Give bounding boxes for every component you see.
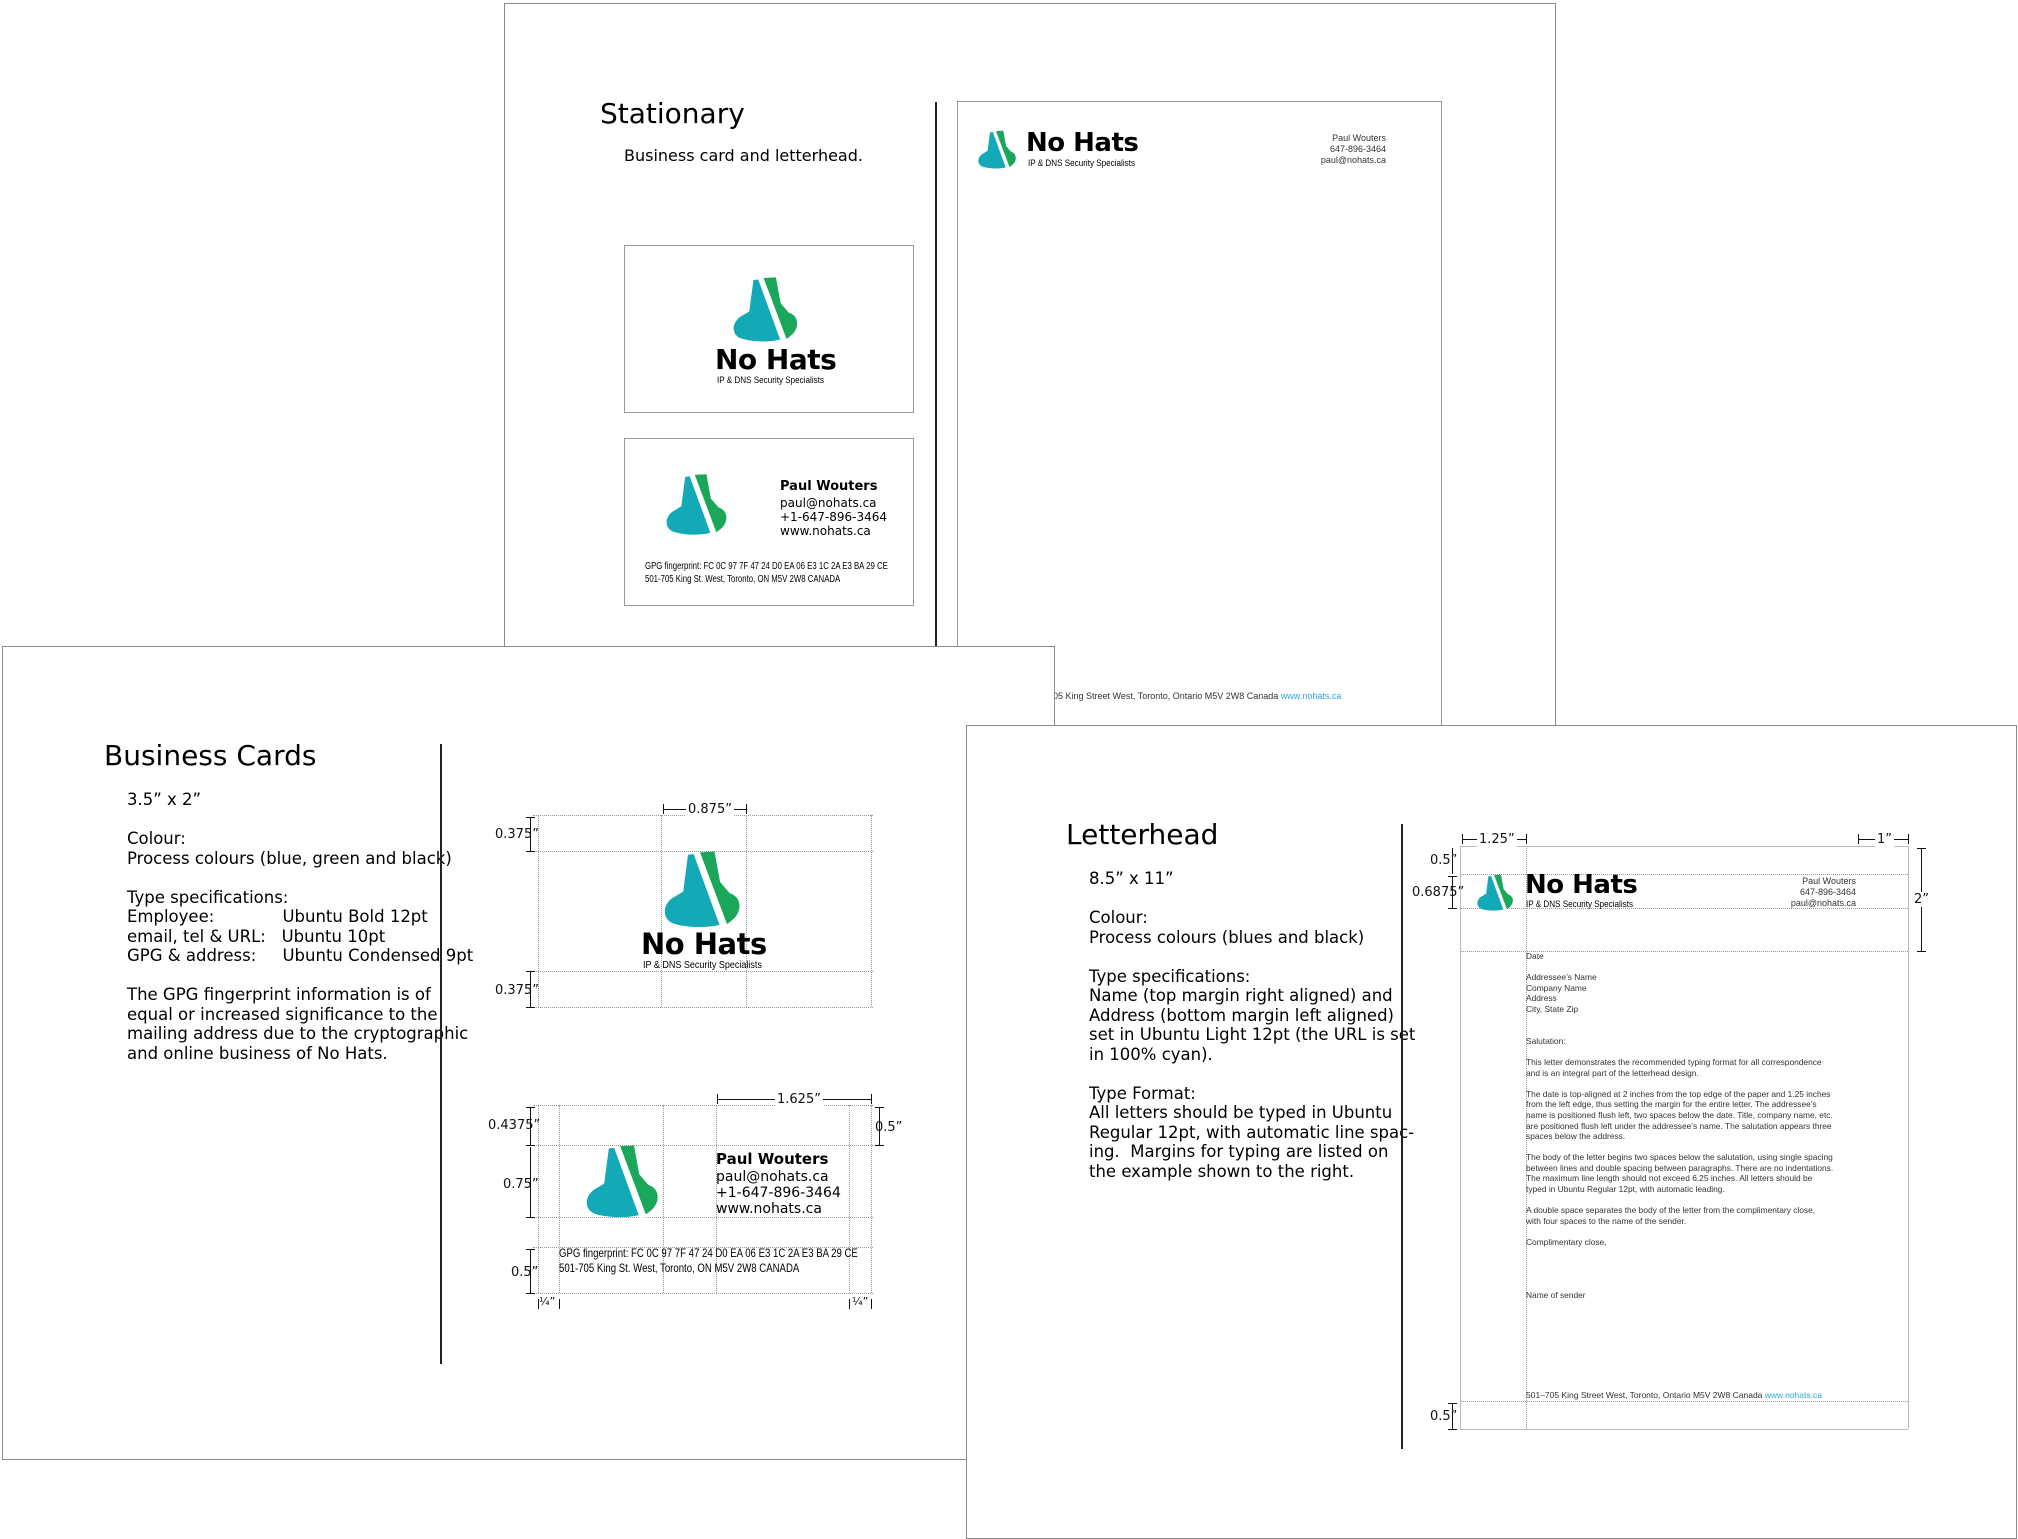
dim-right-edge: ¼” (852, 1295, 869, 1308)
card-web: www.nohats.ca (716, 1201, 822, 1217)
brand-name: No Hats (641, 927, 767, 961)
dim-back-right-top: 0.5” (875, 1120, 903, 1135)
card-phone: +1-647-896-3464 (716, 1185, 841, 1201)
lh-footer-url: www.nohats.ca (1280, 691, 1342, 701)
dim-bottom: 0.5” (1430, 1409, 1458, 1424)
brand-tagline: IP & DNS Security Specialists (643, 960, 762, 971)
brand-name: No Hats (715, 343, 837, 376)
dim-left-edge: ¼” (539, 1295, 556, 1308)
hat-logo-icon (729, 276, 805, 344)
brand-name: No Hats (1026, 128, 1139, 158)
dim-header: 2” (1914, 892, 1930, 907)
business-cards-sheet: Business Cards 3.5” x 2” Colour: Process… (2, 646, 1055, 1460)
lh-name: Paul Wouters (1332, 133, 1386, 143)
letterhead-title: Letterhead (1066, 818, 1219, 851)
letterhead-page: No Hats IP & DNS Security Specialists Pa… (957, 101, 1442, 729)
hat-logo-icon (976, 130, 1020, 170)
card-name: Paul Wouters (716, 1150, 829, 1168)
card-email: paul@nohats.ca (716, 1169, 829, 1185)
business-cards-specs: 3.5” x 2” Colour: Process colours (blue,… (127, 790, 474, 1063)
brand-name: No Hats (1525, 870, 1638, 900)
letterhead-specs: 8.5” x 11” Colour: Process colours (blue… (1089, 869, 1415, 1181)
dim-right: 1” (1875, 832, 1895, 847)
dim-logo-width: 0.875” (686, 802, 734, 817)
dim-back-bottom: 0.5” (511, 1265, 539, 1280)
stationary-sheet: Stationary Business card and letterhead.… (504, 3, 1556, 738)
dim-logo-band: 0.6875” (1412, 885, 1465, 900)
divider (440, 744, 442, 1364)
sample-footer-address: 501–705 King Street West, Toronto, Ontar… (1526, 1390, 1763, 1400)
sample-footer-url: www.nohats.ca (1764, 1390, 1822, 1400)
card-web: www.nohats.ca (780, 524, 871, 538)
brand-tagline: IP & DNS Security Specialists (1526, 899, 1634, 909)
lh-footer: 05 King Street West, Toronto, Ontario M5… (1053, 691, 1341, 701)
hat-logo-icon (662, 473, 734, 537)
card-address: 501-705 King St. West, Toronto, ON M5V 2… (559, 1261, 800, 1275)
lh-email: paul@nohats.ca (1320, 155, 1386, 165)
card-gpg: GPG fingerprint: FC 0C 97 7F 47 24 D0 EA… (645, 561, 888, 572)
card-front: No Hats IP & DNS Security Specialists (624, 245, 914, 413)
card-back: Paul Wouters paul@nohats.ca +1-647-896-3… (624, 438, 914, 606)
sample-name: Paul Wouters (1802, 876, 1856, 886)
sample-email: paul@nohats.ca (1790, 898, 1856, 908)
letterhead-sheet: Letterhead 8.5” x 11” Colour: Process co… (966, 725, 2017, 1539)
dim-logo-height: 0.75” (503, 1177, 539, 1192)
card-phone: +1-647-896-3464 (780, 510, 888, 524)
hat-logo-icon (1475, 874, 1517, 912)
lh-phone: 647-896-3464 (1329, 144, 1386, 154)
sample-letter-body: Date Addressee’s Name Company Name Addre… (1526, 951, 1834, 1300)
dim-text-width: 1.625” (775, 1092, 823, 1107)
hat-logo-icon (581, 1144, 667, 1220)
divider (1401, 824, 1403, 1449)
dim-left: 1.25” (1477, 832, 1517, 847)
sample-footer: 501–705 King Street West, Toronto, Ontar… (1526, 1390, 1822, 1400)
lh-footer-address: 05 King Street West, Toronto, Ontario M5… (1053, 691, 1279, 701)
sample-phone: 647-896-3464 (1799, 887, 1856, 897)
business-cards-title: Business Cards (104, 739, 317, 772)
divider (935, 102, 937, 662)
card-address: 501-705 King St. West, Toronto, ON M5V 2… (645, 574, 841, 585)
dim-front-bottom: 0.375” (495, 983, 539, 998)
card-email: paul@nohats.ca (780, 496, 877, 510)
dim-back-top: 0.4375” (488, 1118, 541, 1133)
card-gpg: GPG fingerprint: FC 0C 97 7F 47 24 D0 EA… (559, 1246, 858, 1260)
stationary-title: Stationary (600, 97, 745, 130)
brand-tagline: IP & DNS Security Specialists (717, 375, 825, 385)
stationary-subtitle: Business card and letterhead. (624, 146, 863, 165)
hat-logo-icon (658, 850, 750, 930)
dim-top: 0.5” (1430, 853, 1458, 868)
dim-front-top: 0.375” (495, 827, 539, 842)
card-name: Paul Wouters (780, 479, 878, 494)
brand-tagline: IP & DNS Security Specialists (1028, 158, 1136, 168)
